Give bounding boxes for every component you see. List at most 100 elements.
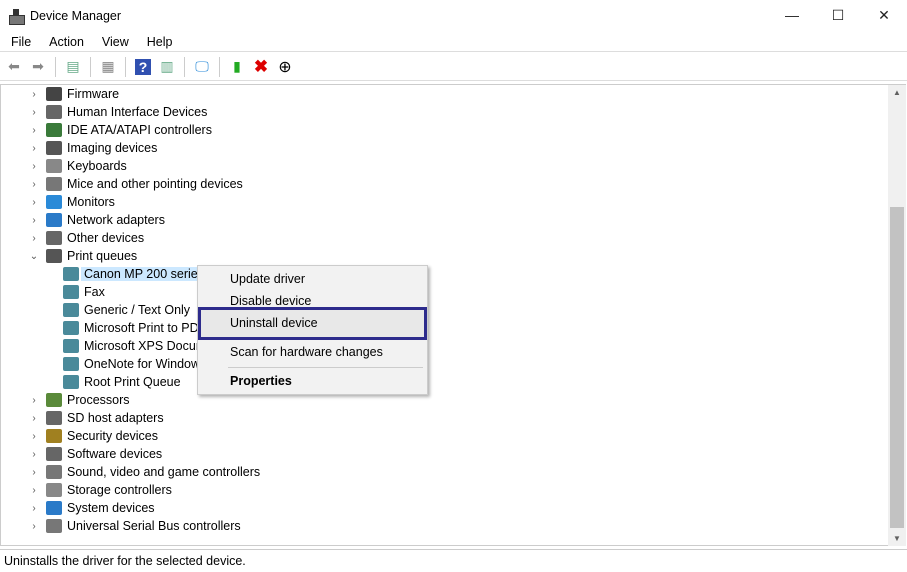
menu-file[interactable]: File <box>0 35 38 49</box>
tree-item[interactable]: Fax <box>63 283 105 301</box>
menu-item-uninstall-device[interactable]: Uninstall device <box>230 316 318 330</box>
printer-icon <box>63 339 79 353</box>
maximize-button[interactable]: ☐ <box>815 0 861 30</box>
forward-icon[interactable]: ➡ <box>28 57 48 77</box>
printer-icon <box>63 375 79 389</box>
scroll-up-icon[interactable]: ▲ <box>888 88 906 97</box>
window-title: Device Manager <box>30 9 122 23</box>
tree-item-label: Imaging devices <box>67 141 158 155</box>
tree-item-label: Keyboards <box>67 159 127 173</box>
tree-item-label: Firmware <box>67 87 120 101</box>
device-category-icon <box>46 231 62 245</box>
device-category-icon <box>46 447 62 461</box>
menu-bar: File Action View Help <box>0 32 907 52</box>
expand-icon[interactable]: › <box>28 395 40 406</box>
tree-item[interactable]: › Processors <box>28 391 130 409</box>
tree-item[interactable]: › Human Interface Devices <box>28 103 207 121</box>
collapse-icon[interactable]: ⌄ <box>28 251 40 262</box>
tree-item[interactable]: ⌄ Print queues <box>28 247 137 265</box>
toolbar: ⬅ ➡ ▤ ▦ ? ▥ 🖵 ▮ ✖ ⊕ <box>0 53 907 81</box>
menu-item-properties[interactable]: Properties <box>230 374 292 388</box>
device-category-icon <box>46 141 62 155</box>
menu-item-update-driver[interactable]: Update driver <box>230 272 305 286</box>
tree-item[interactable]: Root Print Queue <box>63 373 181 391</box>
device-category-icon <box>46 465 62 479</box>
expand-icon[interactable]: › <box>28 179 40 190</box>
tree-item[interactable]: › Storage controllers <box>28 481 172 499</box>
menu-item-scan-hardware[interactable]: Scan for hardware changes <box>230 345 383 359</box>
expand-icon[interactable]: › <box>28 107 40 118</box>
show-hide-console-tree-icon[interactable]: ▤ <box>63 57 83 77</box>
update-driver-icon[interactable]: ▮ <box>227 57 247 77</box>
tree-item-label: Mice and other pointing devices <box>67 177 243 191</box>
tree-item-label: Software devices <box>67 447 163 461</box>
tree-item-label: Generic / Text Only <box>84 303 191 317</box>
tree-item[interactable]: Generic / Text Only <box>63 301 190 319</box>
menu-action[interactable]: Action <box>38 35 91 49</box>
expand-icon[interactable]: › <box>28 449 40 460</box>
device-category-icon <box>46 393 62 407</box>
menu-help[interactable]: Help <box>136 35 180 49</box>
tree-item-label: IDE ATA/ATAPI controllers <box>67 123 212 137</box>
printer-icon <box>63 321 79 335</box>
expand-icon[interactable]: › <box>28 485 40 496</box>
title-bar: Device Manager — ☐ ✕ <box>0 0 907 32</box>
printer-icon <box>63 285 79 299</box>
expand-icon[interactable]: › <box>28 89 40 100</box>
tree-item[interactable]: › Sound, video and game controllers <box>28 463 260 481</box>
device-category-icon <box>46 177 62 191</box>
tree-item[interactable]: Microsoft Print to PDF <box>63 319 206 337</box>
tree-item[interactable]: › Software devices <box>28 445 162 463</box>
vertical-scrollbar[interactable]: ▲ ▼ <box>888 84 906 546</box>
tree-item[interactable]: › Security devices <box>28 427 158 445</box>
tree-item[interactable]: › Keyboards <box>28 157 127 175</box>
expand-icon[interactable]: › <box>28 521 40 532</box>
tree-item[interactable]: › Imaging devices <box>28 139 157 157</box>
expand-icon[interactable]: › <box>28 503 40 514</box>
device-category-icon <box>46 411 62 425</box>
minimize-button[interactable]: — <box>769 0 815 30</box>
scan-hardware-icon[interactable]: 🖵 <box>192 57 212 77</box>
tree-item-label: Root Print Queue <box>84 375 181 389</box>
device-manager-icon <box>8 9 25 25</box>
expand-icon[interactable]: › <box>28 413 40 424</box>
expand-icon[interactable]: › <box>28 143 40 154</box>
tree-item[interactable]: › System devices <box>28 499 155 517</box>
menu-item-disable-device[interactable]: Disable device <box>230 294 311 308</box>
expand-icon[interactable]: › <box>28 215 40 226</box>
uninstall-icon[interactable]: ✖ <box>251 57 271 77</box>
scrollbar-thumb[interactable] <box>890 207 904 528</box>
tree-item[interactable]: › Universal Serial Bus controllers <box>28 517 241 535</box>
tree-item[interactable]: › Network adapters <box>28 211 165 229</box>
action-pane-icon[interactable]: ▥ <box>157 57 177 77</box>
help-icon[interactable]: ? <box>133 57 153 77</box>
expand-icon[interactable]: › <box>28 125 40 136</box>
tree-item-label: Network adapters <box>67 213 165 227</box>
status-bar: Uninstalls the driver for the selected d… <box>0 549 907 572</box>
device-category-icon <box>46 429 62 443</box>
tree-item-label: Microsoft Print to PDF <box>84 321 207 335</box>
menu-view[interactable]: View <box>91 35 136 49</box>
tree-item-label: Processors <box>67 393 130 407</box>
expand-icon[interactable]: › <box>28 431 40 442</box>
tree-item[interactable]: › IDE ATA/ATAPI controllers <box>28 121 212 139</box>
expand-icon[interactable]: › <box>28 197 40 208</box>
expand-icon[interactable]: › <box>28 233 40 244</box>
properties-icon[interactable]: ▦ <box>98 57 118 77</box>
tree-item[interactable]: › Mice and other pointing devices <box>28 175 243 193</box>
expand-icon[interactable]: › <box>28 161 40 172</box>
close-button[interactable]: ✕ <box>861 0 907 30</box>
tree-item[interactable]: › Firmware <box>28 85 119 103</box>
disable-icon[interactable]: ⊕ <box>275 57 295 77</box>
tree-item[interactable]: Canon MP 200 series <box>63 265 207 283</box>
scroll-down-icon[interactable]: ▼ <box>888 534 906 543</box>
tree-item-label: Sound, video and game controllers <box>67 465 261 479</box>
tree-item[interactable]: › Other devices <box>28 229 144 247</box>
tree-item[interactable]: › SD host adapters <box>28 409 164 427</box>
expand-icon[interactable]: › <box>28 467 40 478</box>
printer-icon <box>63 357 79 371</box>
back-icon[interactable]: ⬅ <box>4 57 24 77</box>
tree-item-label: Storage controllers <box>67 483 172 497</box>
tree-item[interactable]: › Monitors <box>28 193 115 211</box>
device-category-icon <box>46 195 62 209</box>
